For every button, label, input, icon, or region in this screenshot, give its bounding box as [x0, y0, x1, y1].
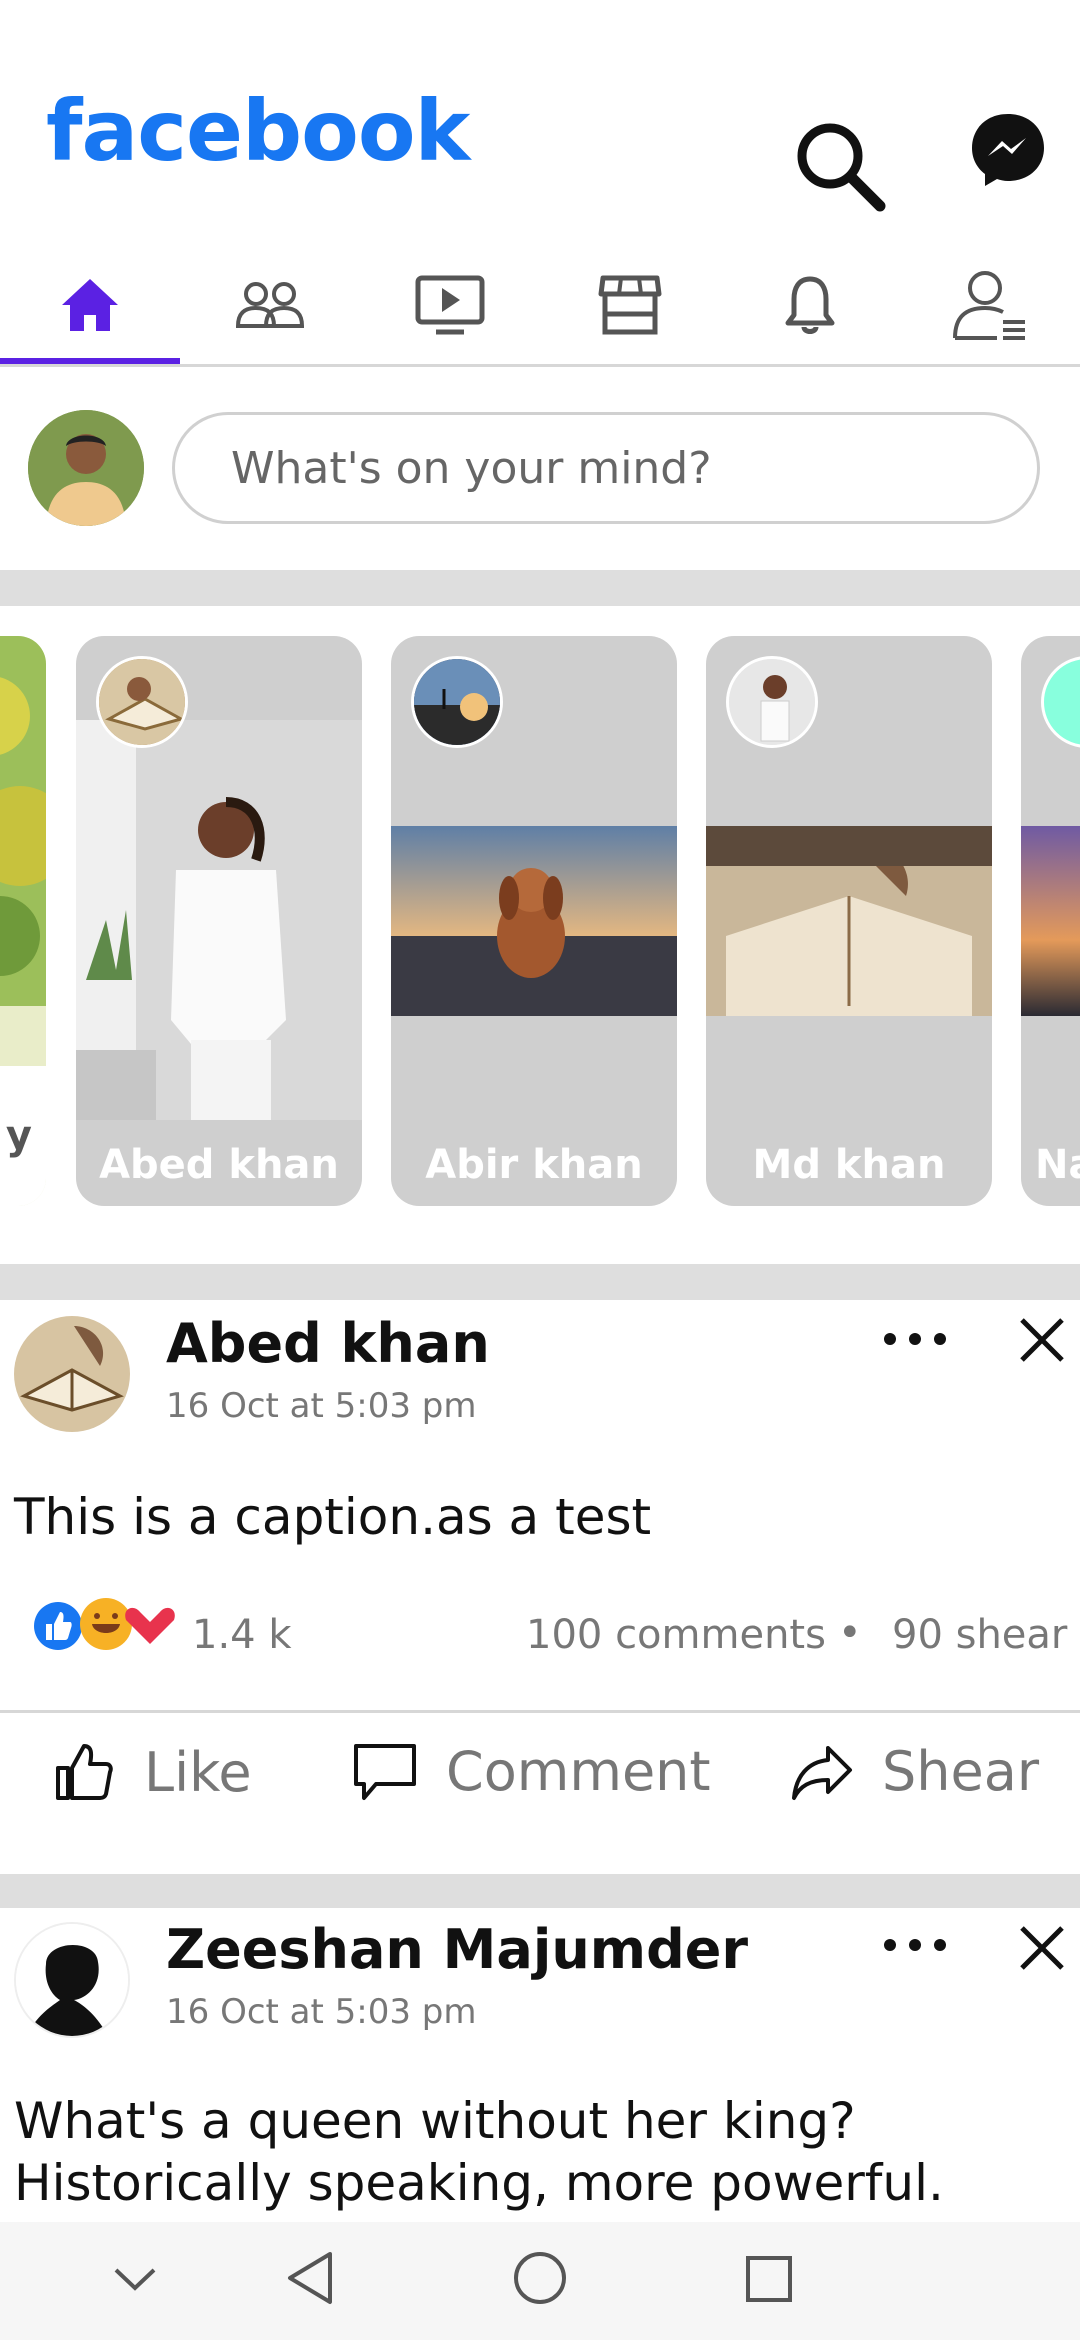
story-card[interactable]: Abed khan	[76, 636, 362, 1206]
story-card[interactable]: y	[0, 636, 46, 1206]
back-icon[interactable]	[282, 2248, 338, 2312]
post-author-avatar[interactable]	[14, 1316, 130, 1432]
comment-button[interactable]: Comment	[352, 1740, 711, 1803]
tab-divider	[0, 364, 1080, 367]
post-caption-line: Historically speaking, more powerful.	[14, 2154, 944, 2212]
story-card[interactable]: Na	[1021, 636, 1080, 1206]
post-timestamp: 16 Oct at 5:03 pm	[166, 1992, 477, 2032]
post-author-name[interactable]: Zeeshan Majumder	[166, 1918, 748, 1981]
search-icon[interactable]	[790, 116, 890, 220]
close-icon[interactable]	[1018, 1316, 1066, 1368]
tab-home[interactable]	[0, 240, 180, 370]
reaction-count[interactable]: 1.4 k	[192, 1612, 292, 1658]
like-icon	[56, 1744, 113, 1800]
story-avatar	[726, 656, 818, 748]
main-tab-bar	[0, 240, 1080, 370]
more-options-icon[interactable]	[880, 1930, 950, 1964]
user-avatar[interactable]	[28, 410, 144, 526]
separator-dot: •	[838, 1610, 862, 1656]
chevron-down-icon[interactable]	[112, 2264, 158, 2298]
facebook-logo: facebook	[46, 82, 470, 180]
messenger-icon[interactable]	[966, 108, 1050, 196]
tab-menu[interactable]	[900, 240, 1080, 370]
post-card: Zeeshan Majumder 16 Oct at 5:03 pm What'…	[0, 1908, 1080, 2222]
close-icon[interactable]	[1018, 1924, 1066, 1976]
post-caption-line: What's a queen without her king?	[14, 2092, 856, 2150]
home-nav-icon[interactable]	[512, 2250, 568, 2310]
tab-friends[interactable]	[180, 240, 360, 370]
post-timestamp: 16 Oct at 5:03 pm	[166, 1386, 477, 1426]
post-author-name[interactable]: Abed khan	[166, 1312, 490, 1375]
story-avatar	[1041, 656, 1080, 748]
recents-icon[interactable]	[744, 2254, 794, 2308]
comment-count[interactable]: 100 comments	[526, 1612, 826, 1658]
home-icon	[62, 279, 118, 331]
tab-notifications[interactable]	[720, 240, 900, 370]
comment-label: Comment	[446, 1740, 711, 1803]
story-label: Abed khan	[99, 1142, 339, 1188]
story-label: y	[0, 1066, 46, 1206]
story-avatar	[411, 656, 503, 748]
system-navigation-bar	[0, 2222, 1080, 2340]
story-card[interactable]: Md khan	[706, 636, 992, 1206]
video-icon	[415, 275, 485, 335]
profile-menu-icon	[953, 271, 1025, 340]
story-card[interactable]: Abir khan	[391, 636, 677, 1206]
tab-marketplace[interactable]	[540, 240, 720, 370]
tab-watch[interactable]	[360, 240, 540, 370]
story-label: Md khan	[752, 1142, 946, 1188]
share-label: Shear	[882, 1740, 1040, 1803]
store-icon	[598, 275, 662, 335]
story-avatar	[96, 656, 188, 748]
story-label: Abir khan	[425, 1142, 643, 1188]
section-divider	[0, 1874, 1080, 1908]
like-label: Like	[144, 1740, 252, 1804]
share-button[interactable]: Shear	[790, 1740, 1039, 1803]
section-divider	[0, 1264, 1080, 1300]
post-divider	[0, 1710, 1080, 1713]
post-card: Abed khan 16 Oct at 5:03 pm This is a ca…	[0, 1300, 1080, 1874]
whats-on-your-mind-input[interactable]: What's on your mind?	[172, 412, 1040, 524]
friends-icon	[235, 282, 305, 328]
comment-icon	[354, 1743, 416, 1800]
section-divider	[0, 570, 1080, 606]
like-button[interactable]: Like	[52, 1740, 252, 1804]
more-options-icon[interactable]	[880, 1324, 950, 1358]
story-label: Na	[1035, 1142, 1080, 1188]
share-count[interactable]: 90 shear	[892, 1612, 1067, 1658]
stories-strip: y Abed khan Abir khan Md khan N	[0, 606, 1080, 1264]
post-caption: This is a caption.as a test	[14, 1488, 652, 1546]
reaction-icons[interactable]	[30, 1594, 180, 1658]
post-author-avatar[interactable]	[14, 1922, 130, 2038]
bell-icon	[785, 276, 835, 334]
share-icon	[792, 1745, 852, 1800]
